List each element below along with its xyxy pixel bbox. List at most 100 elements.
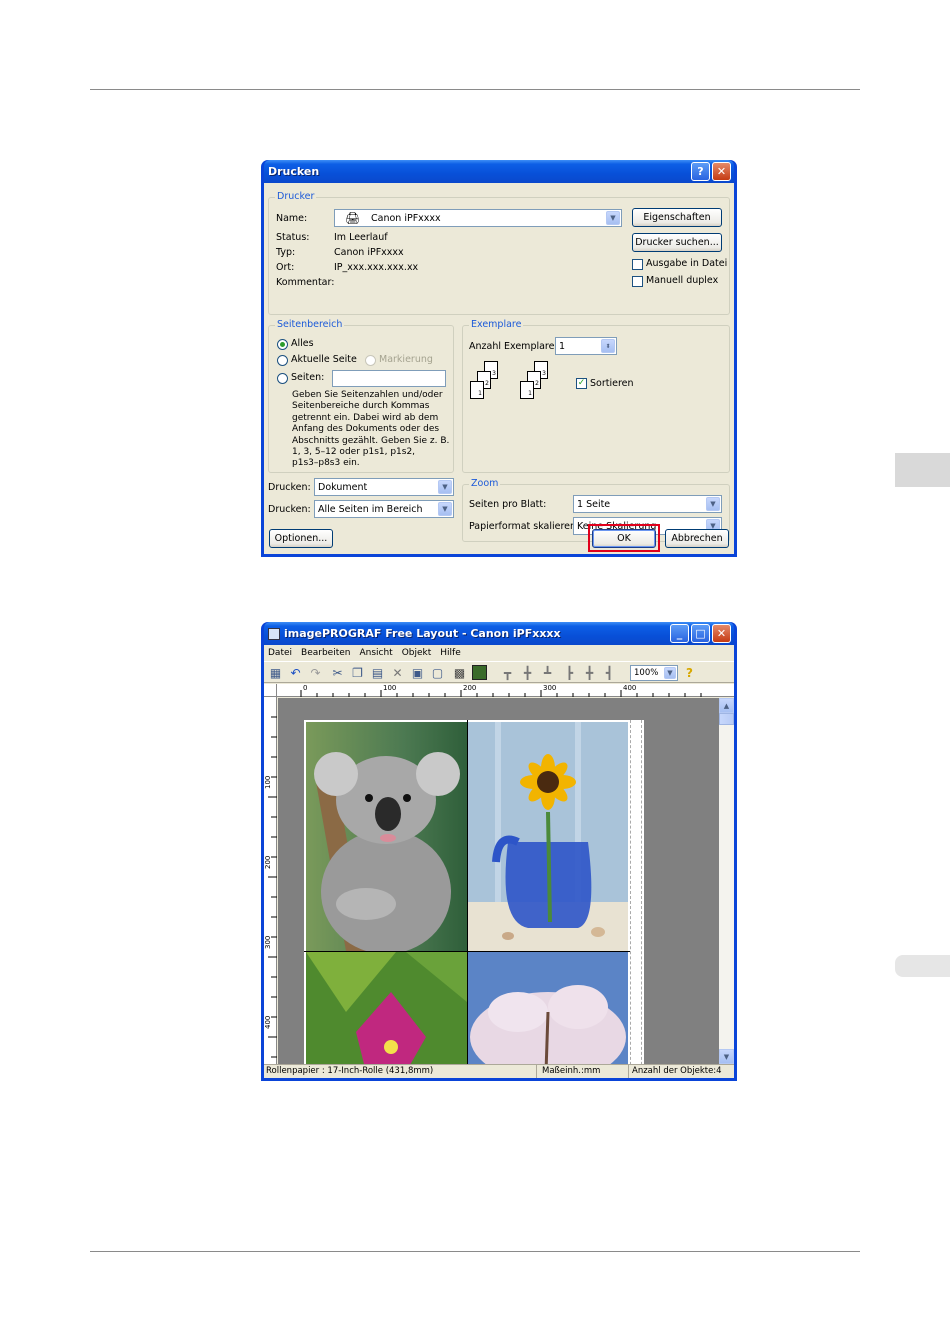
maximize-button[interactable]: □ bbox=[691, 624, 710, 643]
horizontal-ruler: 0 100 200 300 400 bbox=[277, 684, 734, 697]
image-icon[interactable] bbox=[472, 665, 487, 680]
pages-label: Seiten: bbox=[291, 372, 325, 383]
close-button[interactable]: ✕ bbox=[712, 624, 731, 643]
status-paper: Rollenpapier : 17-Inch-Rolle (431,8mm) bbox=[266, 1066, 434, 1076]
align-bottom-icon[interactable]: ┻ bbox=[540, 665, 555, 680]
photo-divider bbox=[304, 951, 630, 952]
print-to-file-label: Ausgabe in Datei bbox=[646, 258, 728, 269]
pages-input[interactable] bbox=[332, 370, 446, 387]
align-top-icon[interactable]: ┳ bbox=[500, 665, 515, 680]
undo-icon[interactable]: ↶ bbox=[288, 665, 303, 680]
copy-icon[interactable]: ❐ bbox=[350, 665, 365, 680]
copies-label: Anzahl Exemplare: bbox=[469, 341, 558, 352]
dialog-titlebar: Drucken ? ✕ bbox=[264, 160, 734, 183]
redo-icon[interactable]: ↷ bbox=[308, 665, 323, 680]
comment-label: Kommentar: bbox=[276, 277, 335, 288]
ruler-label: 200 bbox=[264, 855, 272, 869]
ruler-corner bbox=[264, 684, 277, 697]
current-page-radio[interactable] bbox=[277, 355, 288, 366]
print-select[interactable]: Alle Seiten im Bereich ▼ bbox=[314, 500, 454, 518]
print-dialog: Drucken ? ✕ Drucker Name: 🖨 Canon iPFxxx… bbox=[261, 160, 737, 557]
help-line: 1, 3, 5–12 oder p1s1, p1s2, bbox=[292, 447, 416, 458]
align-center-icon[interactable]: ╋ bbox=[520, 665, 535, 680]
selection-radio[interactable] bbox=[365, 355, 376, 366]
spinner-icon[interactable]: ⬍ bbox=[601, 339, 615, 353]
current-page-label: Aktuelle Seite bbox=[291, 354, 357, 365]
collate-label: Sortieren bbox=[590, 378, 634, 389]
cancel-button[interactable]: Abbrechen bbox=[665, 529, 729, 548]
printer-icon: 🖨 bbox=[345, 211, 361, 225]
sunflower-photo[interactable] bbox=[468, 722, 628, 951]
pages-help-text: Geben Sie Seitenzahlen und/oder Seitenbe… bbox=[292, 390, 449, 470]
help-icon[interactable]: ? bbox=[682, 665, 697, 680]
menu-bearbeiten[interactable]: Bearbeiten bbox=[301, 648, 350, 658]
ok-button[interactable]: OK bbox=[592, 529, 656, 548]
status-label: Status: bbox=[276, 232, 310, 243]
delete-icon[interactable]: ✕ bbox=[390, 665, 405, 680]
photo-divider bbox=[467, 720, 468, 1064]
copies-spinner[interactable]: 1 ⬍ bbox=[555, 337, 617, 355]
manual-duplex-label: Manuell duplex bbox=[646, 275, 719, 286]
zoom-value: 100% bbox=[634, 668, 659, 678]
pages-radio[interactable] bbox=[277, 373, 288, 384]
print-what-select[interactable]: Dokument ▼ bbox=[314, 478, 454, 496]
menu-objekt[interactable]: Objekt bbox=[402, 648, 432, 658]
close-button[interactable]: ✕ bbox=[712, 162, 731, 181]
chevron-down-icon: ▼ bbox=[664, 667, 676, 679]
zoom-select[interactable]: 100% ▼ bbox=[630, 665, 678, 681]
help-line: Seitenbereiche durch Kommas bbox=[292, 401, 430, 412]
koala-photo[interactable] bbox=[306, 722, 467, 951]
options-button[interactable]: Optionen... bbox=[269, 529, 333, 548]
scroll-thumb[interactable] bbox=[719, 713, 734, 725]
all-pages-radio[interactable] bbox=[277, 339, 288, 350]
front-icon[interactable]: ▣ bbox=[410, 665, 425, 680]
all-pages-label: Alles bbox=[291, 338, 314, 349]
status-unit: Maßeinh.:mm bbox=[542, 1066, 601, 1076]
minimize-button[interactable]: _ bbox=[670, 624, 689, 643]
ruler-label: 100 bbox=[383, 684, 397, 692]
scroll-up-icon[interactable]: ▲ bbox=[719, 698, 734, 713]
chevron-down-icon: ▼ bbox=[706, 497, 720, 511]
layout-canvas[interactable] bbox=[278, 698, 719, 1064]
print-what-label: Drucken: bbox=[268, 482, 311, 493]
layout-title: imagePROGRAF Free Layout - Canon iPFxxxx bbox=[284, 627, 561, 640]
printer-name-select[interactable]: 🖨 Canon iPFxxxx ▼ bbox=[334, 209, 622, 227]
ruler-ticks bbox=[268, 716, 277, 1058]
menu-datei[interactable]: Datei bbox=[268, 648, 292, 658]
ruler-label: 0 bbox=[303, 684, 308, 692]
cherry-blossom-photo[interactable] bbox=[468, 952, 628, 1064]
type-label: Typ: bbox=[276, 247, 296, 258]
ruler-ticks bbox=[300, 690, 702, 697]
scroll-down-icon[interactable]: ▼ bbox=[719, 1049, 734, 1064]
align-middle-icon[interactable]: ╋ bbox=[582, 665, 597, 680]
printer-icon[interactable]: ▦ bbox=[268, 665, 283, 680]
status-bar: Rollenpapier : 17-Inch-Rolle (431,8mm) M… bbox=[264, 1064, 734, 1078]
collate-checkbox[interactable]: ✓ bbox=[576, 378, 587, 389]
paste-icon[interactable]: ▤ bbox=[370, 665, 385, 680]
back-icon[interactable]: ▢ bbox=[430, 665, 445, 680]
pages-per-sheet-select[interactable]: 1 Seite ▼ bbox=[573, 495, 722, 513]
help-button[interactable]: ? bbox=[691, 162, 710, 181]
print-to-file-checkbox[interactable] bbox=[632, 259, 643, 270]
cut-icon[interactable]: ✂ bbox=[330, 665, 345, 680]
side-tab bbox=[895, 955, 950, 977]
vertical-scrollbar[interactable]: ▲ ▼ bbox=[719, 698, 734, 1064]
chevron-down-icon: ▼ bbox=[606, 211, 620, 225]
print-value: Alle Seiten im Bereich bbox=[318, 503, 423, 515]
status-value: Im Leerlauf bbox=[334, 232, 388, 243]
align-left-icon[interactable]: ┣ bbox=[562, 665, 577, 680]
page-range-legend: Seitenbereich bbox=[275, 319, 345, 330]
find-printer-button[interactable]: Drucker suchen... bbox=[632, 233, 722, 252]
selection-label: Markierung bbox=[379, 354, 433, 365]
print-what-value: Dokument bbox=[318, 481, 368, 493]
menu-hilfe[interactable]: Hilfe bbox=[440, 648, 460, 658]
bougainvillea-photo[interactable] bbox=[306, 952, 467, 1064]
status-divider bbox=[536, 1065, 537, 1078]
manual-duplex-checkbox[interactable] bbox=[632, 276, 643, 287]
align-right-icon[interactable]: ┫ bbox=[602, 665, 617, 680]
ruler-label: 300 bbox=[264, 935, 272, 949]
properties-button[interactable]: Eigenschaften bbox=[632, 208, 722, 227]
layout-icon[interactable]: ▩ bbox=[452, 665, 467, 680]
printer-group-legend: Drucker bbox=[275, 191, 317, 202]
menu-ansicht[interactable]: Ansicht bbox=[359, 648, 392, 658]
